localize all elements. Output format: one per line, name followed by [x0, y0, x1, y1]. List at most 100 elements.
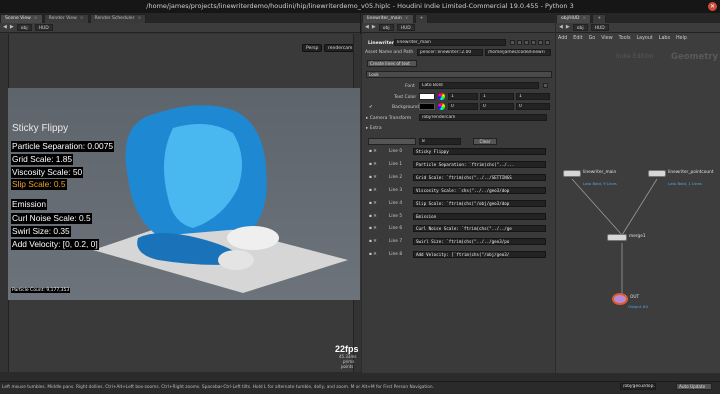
node-merge1[interactable]	[607, 234, 627, 241]
camera-transform-label: ▸ Camera Transform	[366, 116, 412, 121]
path-hud[interactable]: HUD	[34, 24, 53, 31]
line-row-controls[interactable]: ▪ ✕	[369, 239, 377, 244]
line-text-field[interactable]: Add Velocity: [`ftrim(chs("/obj/geo3/	[413, 251, 546, 259]
node-label: linewriter_main	[583, 170, 617, 175]
lock-icon[interactable]	[531, 40, 536, 45]
section-look[interactable]: Look	[366, 71, 552, 78]
line-row-controls[interactable]: ▪ ✕	[369, 226, 377, 231]
tab-scene-view[interactable]: Scene View ×	[0, 14, 43, 23]
help-icon[interactable]	[517, 40, 522, 45]
status-text: Left mouse tumbles. Middle pans. Right d…	[2, 385, 434, 390]
section-create-lines[interactable]: Create lines of text	[367, 60, 417, 67]
sculpture-base	[218, 250, 254, 270]
menu-icon[interactable]	[545, 40, 550, 45]
back-arrow-icon[interactable]: ◀	[3, 24, 7, 31]
asset-name-field[interactable]: pelicer::linewriter::2.00	[417, 49, 483, 56]
font-browse-icon[interactable]	[543, 83, 548, 88]
window-title: /home/james/projects/linewriterdemo/houd…	[0, 0, 720, 13]
left-pathbar: ◀ ▶ obj HUD	[0, 23, 360, 33]
hud-line: Viscosity Scale: 50	[11, 167, 84, 178]
gear-icon[interactable]	[510, 40, 515, 45]
forward-arrow-icon[interactable]: ▶	[10, 24, 14, 31]
forward-arrow-icon[interactable]: ▶	[372, 24, 376, 31]
tab-linewriter-main[interactable]: linewriter_main ×	[362, 14, 414, 23]
path-obj[interactable]: obj	[378, 24, 394, 31]
node-sublabel: Output #0	[628, 304, 648, 309]
line-label: Line 3	[389, 187, 403, 193]
background-b[interactable]: 0	[516, 103, 550, 110]
font-field[interactable]: Lato Bold	[419, 82, 539, 89]
line-row-controls[interactable]: ▪ ✕	[369, 214, 377, 219]
extra-folder[interactable]: ▸ Extra	[366, 126, 382, 131]
hud-line-slip: Slip Scale: 0.5	[11, 179, 67, 190]
window-close-button[interactable]: ✕	[708, 2, 717, 11]
back-arrow-icon[interactable]: ◀	[365, 24, 369, 31]
line-text-field[interactable]: Swirl Size: `ftrim(chs("../../geo3/po	[413, 238, 546, 246]
asset-path-field[interactable]: /home/james/code/linewri	[485, 49, 551, 56]
text-color-b[interactable]: 1	[516, 93, 550, 100]
node-out[interactable]	[612, 293, 628, 305]
line-row-controls[interactable]: ▪ ✕	[369, 162, 377, 167]
tab-render-scheduler[interactable]: Render Scheduler ×	[89, 14, 147, 23]
line-row-controls[interactable]: ▪ ✕	[369, 149, 377, 154]
background-color-swatch[interactable]	[419, 103, 435, 110]
font-label: Font	[405, 84, 415, 89]
pin-icon[interactable]	[538, 40, 543, 45]
line-row-controls[interactable]: ▪ ✕	[369, 188, 377, 193]
info-icon[interactable]	[524, 40, 529, 45]
line-text-field[interactable]: Particle Separation: `ftrim(chs("../...	[413, 160, 546, 168]
line-text-field[interactable]: Emission	[413, 212, 546, 220]
background-g[interactable]: 0	[480, 103, 514, 110]
node-sublabel: Lato Bold, 1 Lines	[668, 181, 702, 186]
hud-line: Particle Separation: 0.0075	[11, 141, 115, 152]
persp-menu[interactable]: Persp	[302, 44, 323, 52]
status-bar: Left mouse tumbles. Middle pans. Right d…	[0, 381, 720, 394]
color-wheel-icon[interactable]	[438, 103, 445, 110]
color-wheel-icon[interactable]	[438, 93, 445, 100]
camera-menu[interactable]: rendercam	[324, 44, 357, 52]
text-color-g[interactable]: 1	[480, 93, 514, 100]
node-wires	[571, 178, 658, 295]
background-label: Background	[392, 105, 419, 110]
network-editor[interactable]: obj/HUD × + ◀ ▶ obj HUD Add Edit Go View …	[556, 13, 720, 373]
node-linewriter-main[interactable]	[563, 170, 581, 177]
line-label: Line 4	[389, 200, 403, 206]
clear-button[interactable]: Clear	[473, 138, 497, 145]
param-tabstrip: linewriter_main × +	[362, 13, 555, 23]
text-color-swatch[interactable]	[419, 93, 435, 100]
node-type-label: Linewriter	[368, 41, 395, 46]
background-r[interactable]: 0	[448, 103, 478, 110]
line-row-controls[interactable]: ▪ ✕	[369, 201, 377, 206]
line-label: Line 0	[389, 149, 403, 154]
path-hud[interactable]: HUD	[396, 24, 415, 31]
particle-count: Particle Count: 9,177,353	[11, 288, 71, 293]
fps-readout: 22fps	[335, 344, 359, 354]
checkmark-icon[interactable]: ✔	[369, 105, 373, 110]
render-frame: Sticky Flippy Particle Separation: 0.007…	[8, 88, 360, 300]
text-color-r[interactable]: 1	[448, 93, 478, 100]
line-text-field[interactable]: Grid Scale: `ftrim(chs("../../SETTINGS	[413, 173, 546, 181]
line-text-field[interactable]: Curl Noise Scale: `ftrim(chs("../../ge	[413, 225, 546, 233]
status-path-field[interactable]: /obj/geo3/dop...	[620, 383, 656, 390]
node-linewriter-pointcount[interactable]	[648, 170, 666, 177]
flip-sim-render	[93, 105, 348, 293]
path-obj[interactable]: obj	[16, 24, 32, 31]
num-lines-field[interactable]: 8	[419, 138, 461, 145]
sculpture-part	[227, 226, 279, 250]
line-text-field[interactable]: Sticky Flippy	[413, 148, 546, 155]
line-label: Line 8	[389, 252, 403, 258]
auto-update-menu[interactable]: Auto Update	[676, 383, 712, 390]
asset-name-path-tab[interactable]: Asset Name and Path	[365, 50, 413, 55]
new-tab-button[interactable]: +	[414, 14, 429, 23]
text-color-label: Text Color	[394, 95, 417, 100]
line-label: Line 1	[389, 161, 403, 167]
line-label: Line 5	[389, 213, 403, 219]
line-text-field[interactable]: Slip Scale: `ftrim(chs("/obj/geo3/dop	[413, 199, 546, 207]
camera-transform-field[interactable]: /obj/rendercam	[419, 114, 547, 121]
line-row-controls[interactable]: ▪ ✕	[369, 252, 377, 257]
line-row-controls[interactable]: ▪ ✕	[369, 175, 377, 180]
multiparm-controls[interactable]	[368, 138, 416, 145]
tab-render-view[interactable]: Render View ×	[43, 14, 89, 23]
line-text-field[interactable]: Viscosity Scale: `chs("../../geo3/dop	[413, 186, 546, 194]
node-name-field[interactable]: linewriter_main	[394, 39, 506, 46]
